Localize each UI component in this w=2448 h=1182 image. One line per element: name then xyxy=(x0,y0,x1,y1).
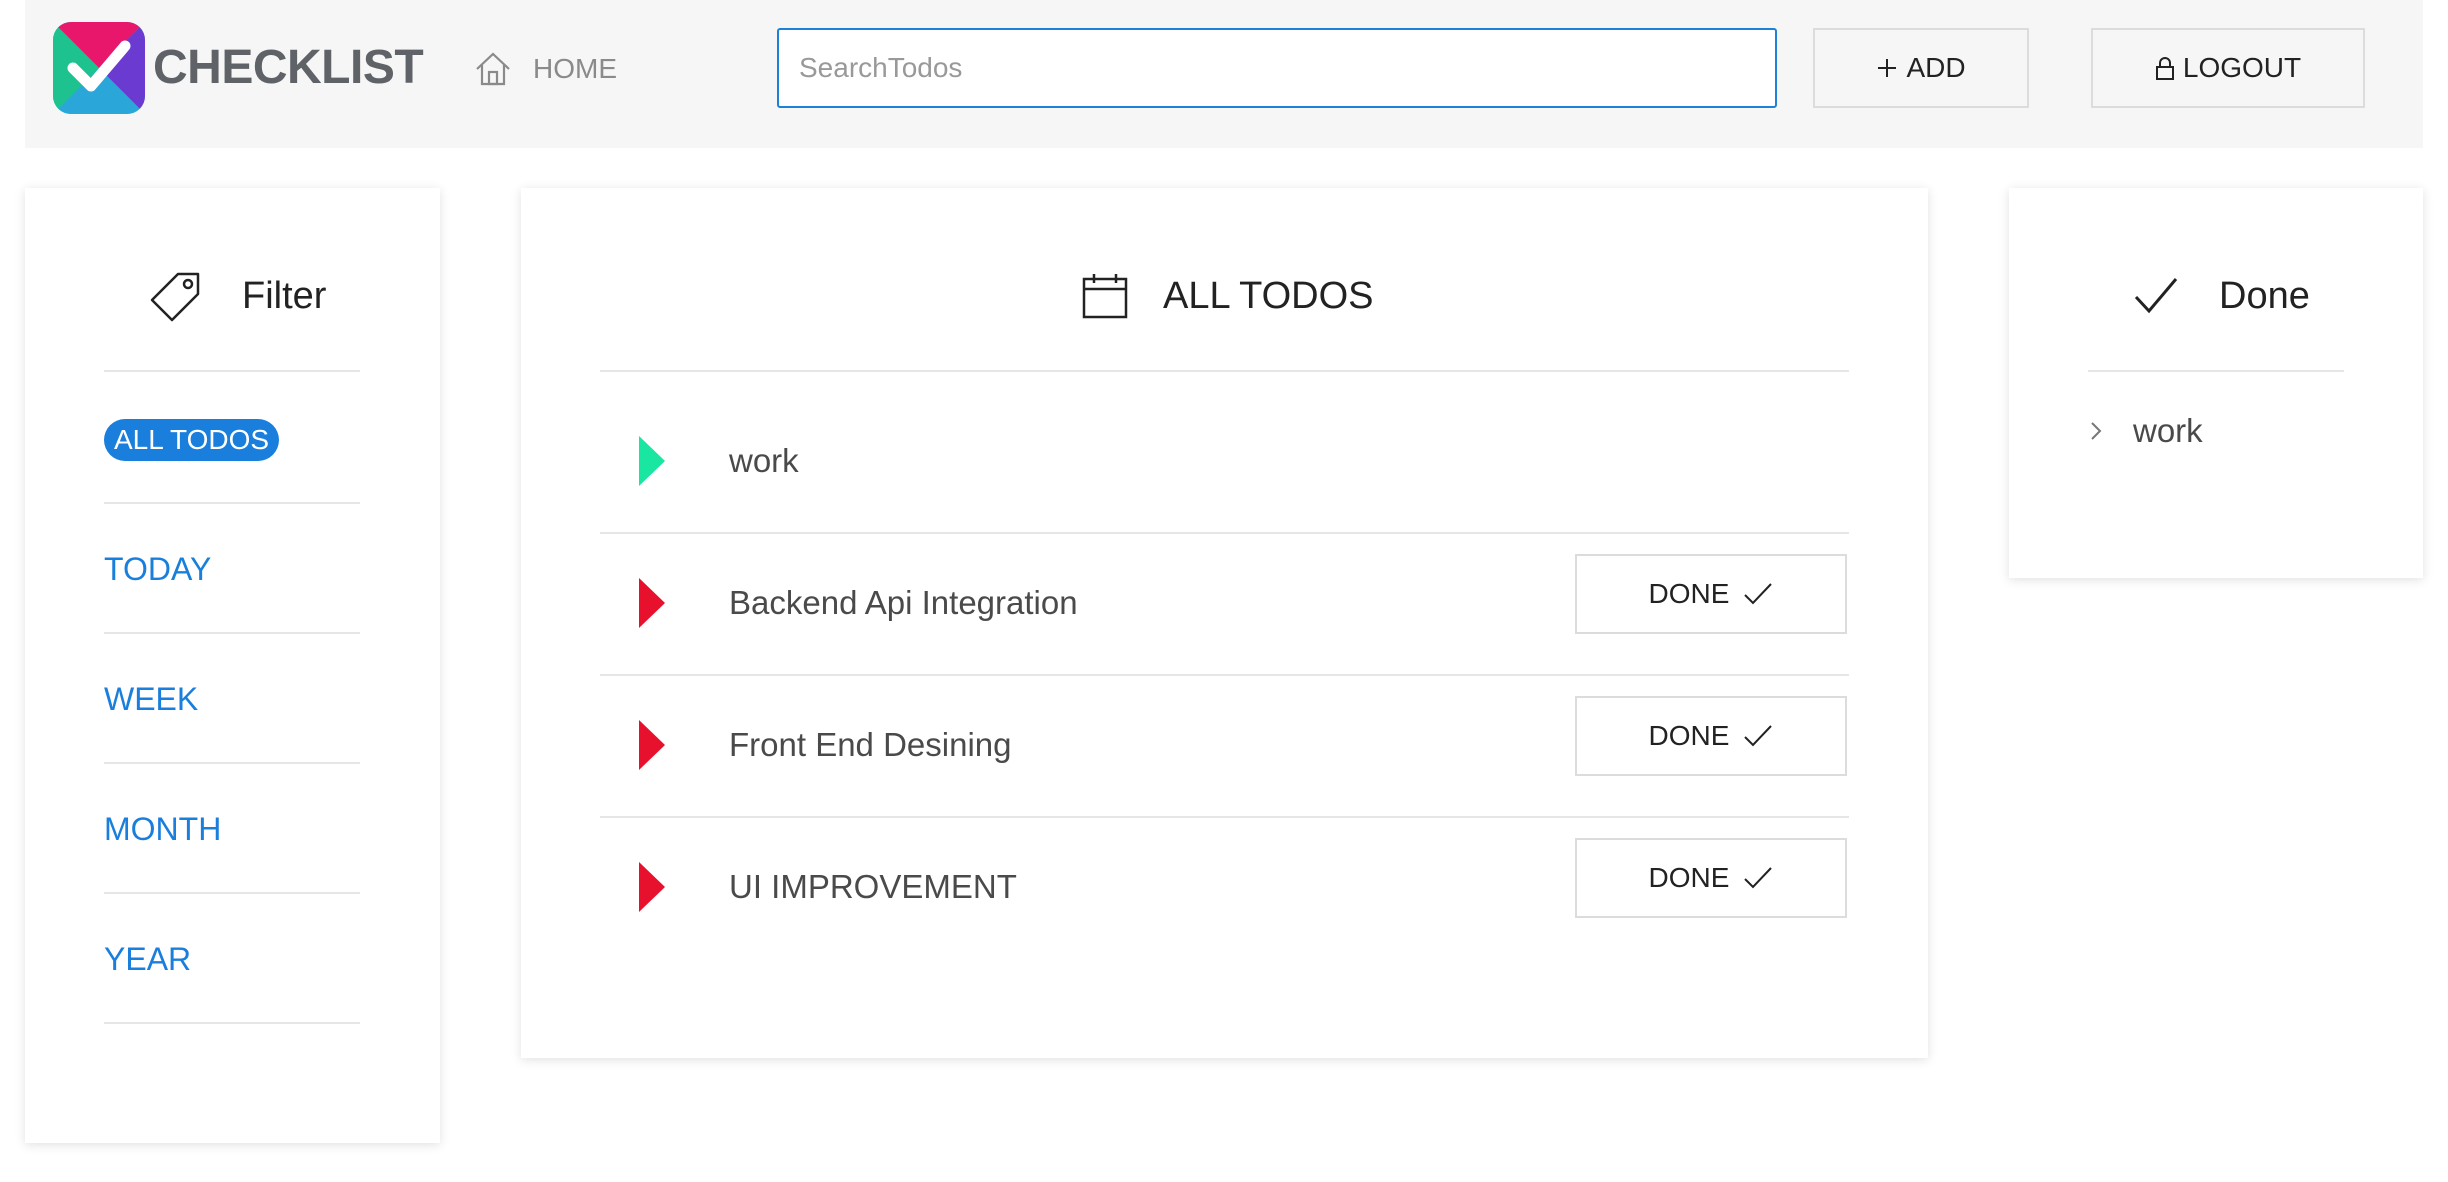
group-marker-icon xyxy=(639,436,665,486)
todos-title-label: ALL TODOS xyxy=(1163,274,1374,317)
divider xyxy=(104,632,360,634)
add-label: ADD xyxy=(1906,52,1966,83)
divider xyxy=(600,532,1849,534)
todos-panel: ALL TODOS work Backend Api Integration D… xyxy=(521,188,1928,1058)
done-button[interactable]: DONE xyxy=(1575,696,1847,776)
logout-label: LOGOUT xyxy=(2182,52,2302,83)
plus-icon xyxy=(1876,57,1898,79)
divider xyxy=(600,674,1849,676)
logout-button[interactable]: LOGOUT xyxy=(2091,28,2365,108)
todo-item-text: Front End Desining xyxy=(729,726,1012,763)
divider xyxy=(104,892,360,894)
todo-item-text: Backend Api Integration xyxy=(729,584,1078,621)
divider xyxy=(600,816,1849,818)
add-button[interactable]: ADD xyxy=(1813,28,2029,108)
todos-title: ALL TODOS xyxy=(1081,266,1374,326)
home-link[interactable]: HOME xyxy=(473,44,617,94)
chevron-right-icon xyxy=(2089,420,2103,442)
divider xyxy=(2088,370,2344,372)
brand-name: CHECKLIST xyxy=(153,41,424,94)
tag-icon xyxy=(150,270,202,322)
todo-item-text: UI IMPROVEMENT xyxy=(729,868,1017,905)
done-button-label: DONE xyxy=(1648,578,1730,609)
done-button-label: DONE xyxy=(1648,720,1730,751)
todo-marker-icon xyxy=(639,720,665,770)
divider xyxy=(104,1022,360,1024)
filter-week[interactable]: WEEK xyxy=(104,681,198,718)
divider xyxy=(104,502,360,504)
filter-today[interactable]: TODAY xyxy=(104,551,211,588)
divider xyxy=(600,370,1849,372)
top-bar: CHECKLIST HOME ADD LOGOUT xyxy=(25,0,2423,148)
todo-group-label[interactable]: work xyxy=(729,436,799,486)
lock-icon xyxy=(2155,56,2175,80)
filter-month[interactable]: MONTH xyxy=(104,811,221,848)
done-button[interactable]: DONE xyxy=(1575,554,1847,634)
todo-marker-icon xyxy=(639,578,665,628)
done-panel: Done work xyxy=(2009,188,2423,578)
filter-panel: Filter ALL TODOS TODAY WEEK MONTH YEAR xyxy=(25,188,440,1143)
done-button[interactable]: DONE xyxy=(1575,838,1847,918)
home-label: HOME xyxy=(533,53,617,84)
done-item-text: work xyxy=(2133,412,2203,449)
filter-title-label: Filter xyxy=(242,274,327,317)
filter-title: Filter xyxy=(150,266,326,326)
done-list-item[interactable]: work xyxy=(2089,412,2203,450)
home-icon xyxy=(476,52,510,86)
calendar-icon xyxy=(1081,272,1129,320)
done-title: Done xyxy=(2133,266,2310,326)
check-icon xyxy=(1743,724,1773,748)
search-input[interactable] xyxy=(777,28,1777,108)
todo-marker-icon xyxy=(639,862,665,912)
divider xyxy=(104,370,360,372)
filter-year[interactable]: YEAR xyxy=(104,941,191,978)
check-icon xyxy=(1743,582,1773,606)
check-icon xyxy=(1743,866,1773,890)
divider xyxy=(104,762,360,764)
checkmark-logo-icon[interactable] xyxy=(53,22,145,114)
check-icon xyxy=(2133,273,2179,319)
done-title-label: Done xyxy=(2219,274,2310,317)
filter-all-todos[interactable]: ALL TODOS xyxy=(104,419,280,461)
done-button-label: DONE xyxy=(1648,862,1730,893)
